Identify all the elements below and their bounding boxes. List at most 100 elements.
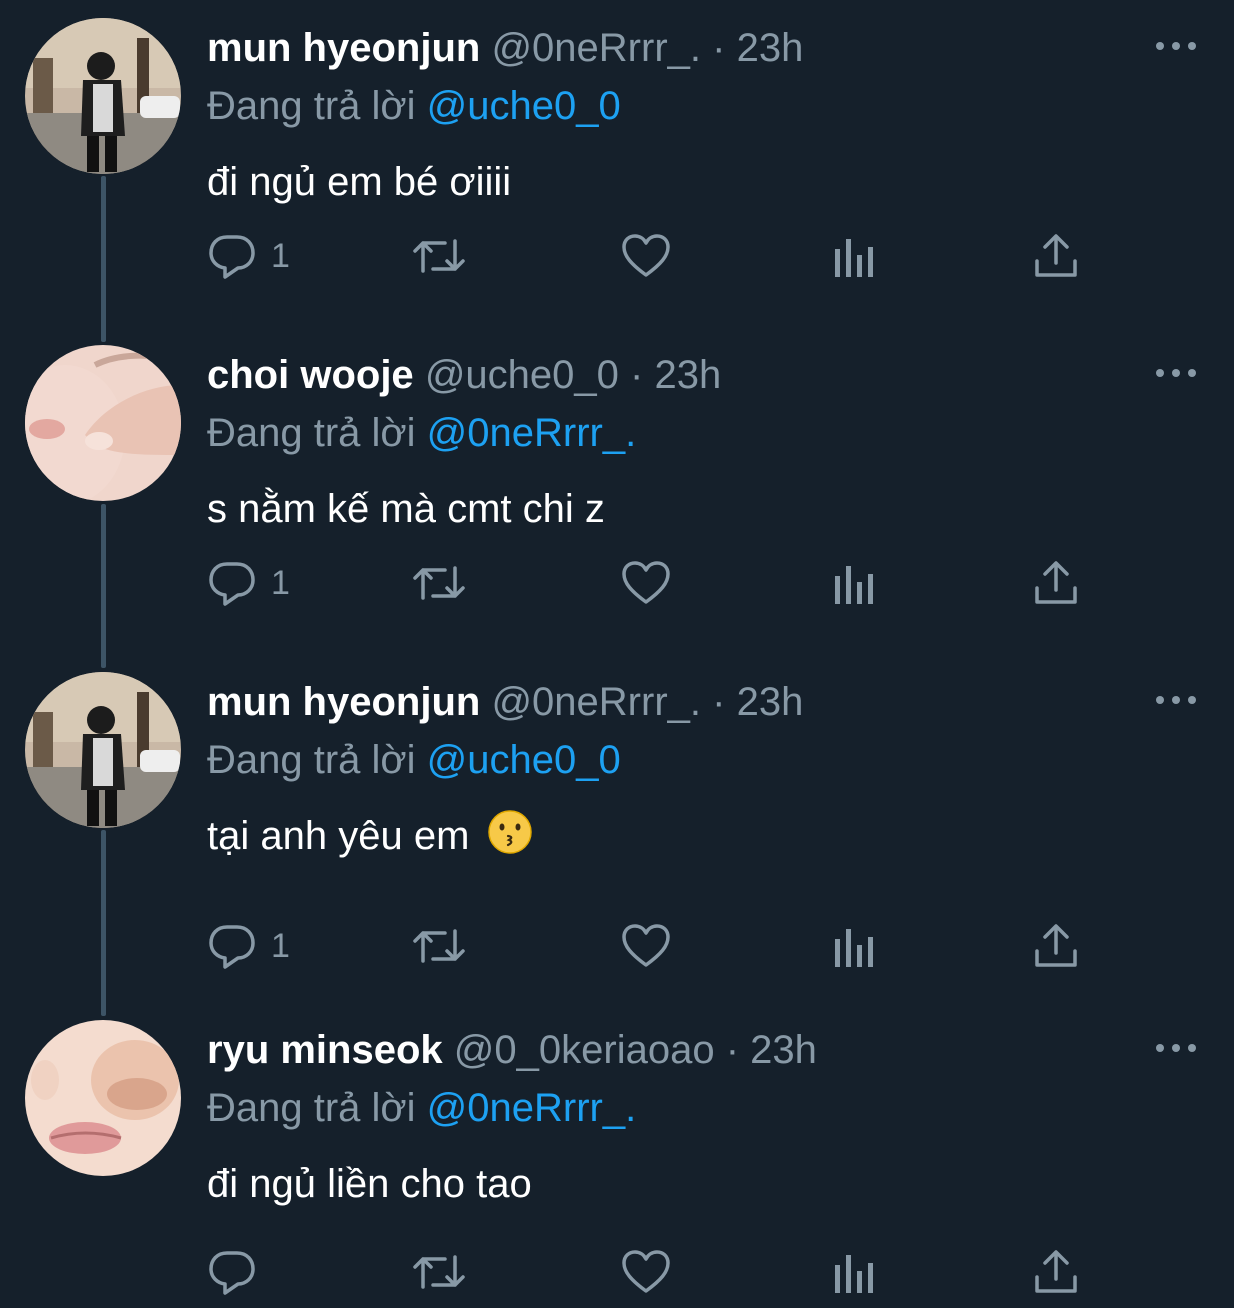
more-options-button[interactable] [1154, 36, 1198, 56]
analytics-icon [835, 1255, 873, 1293]
heart-icon [622, 561, 670, 604]
analytics-icon [835, 239, 873, 277]
like-button[interactable] [621, 1242, 671, 1302]
tweet-text: tại anh yêu em [207, 808, 533, 870]
replying-to: Đang trả lời @0neRrrr_. [207, 1082, 636, 1134]
replying-label: Đang trả lời [207, 411, 416, 455]
heart-icon [622, 234, 670, 277]
mention-link[interactable]: @uche0_0 [427, 738, 621, 782]
like-button[interactable] [621, 553, 671, 613]
more-icon [1156, 1044, 1196, 1052]
reply-thread: mun hyeonjun @0neRrrr_. · 23h Đang trả l… [0, 0, 1234, 1308]
share-button[interactable] [1033, 916, 1079, 976]
analytics-icon [835, 566, 873, 604]
reply-icon [209, 562, 255, 606]
replying-to: Đang trả lời @0neRrrr_. [207, 407, 636, 459]
reply-count: 1 [271, 926, 290, 965]
replying-label: Đang trả lời [207, 738, 416, 782]
display-name[interactable]: ryu minseok [207, 1028, 443, 1072]
user-handle[interactable]: @uche0_0 [425, 353, 619, 397]
more-options-button[interactable] [1154, 690, 1198, 710]
reply-button[interactable]: 1 [207, 226, 290, 286]
mention-link[interactable]: @uche0_0 [427, 84, 621, 128]
reply-count: 1 [271, 236, 290, 275]
more-icon [1156, 369, 1196, 377]
tweet[interactable]: choi wooje @uche0_0 · 23h Đang trả lời @… [0, 327, 1234, 667]
replying-label: Đang trả lời [207, 84, 416, 128]
tweet[interactable]: ryu minseok @0_0keriaoao · 23h Đang trả … [0, 1002, 1234, 1308]
user-handle[interactable]: @0neRrrr_. [491, 26, 701, 70]
avatar[interactable] [25, 1020, 181, 1176]
display-name[interactable]: choi wooje [207, 353, 414, 397]
tweet-text-content: tại anh yêu em [207, 814, 470, 858]
user-handle[interactable]: @0neRrrr_. [491, 680, 701, 724]
display-name[interactable]: mun hyeonjun [207, 26, 480, 70]
reply-button[interactable]: 1 [207, 553, 290, 613]
analytics-button[interactable] [831, 226, 875, 286]
retweet-button[interactable] [411, 1242, 467, 1302]
tweet[interactable]: mun hyeonjun @0neRrrr_. · 23h Đang trả l… [0, 0, 1234, 340]
separator-dot: · [712, 26, 726, 70]
user-handle[interactable]: @0_0keriaoao [454, 1028, 715, 1072]
share-icon [1035, 561, 1077, 604]
timestamp[interactable]: 23h [750, 1028, 817, 1072]
retweet-icon [413, 566, 465, 600]
retweet-button[interactable] [411, 916, 467, 976]
tweet-text: s nằm kế mà cmt chi z [207, 487, 605, 531]
replying-to: Đang trả lời @uche0_0 [207, 80, 621, 132]
share-icon [1035, 924, 1077, 967]
retweet-icon [413, 1255, 465, 1289]
avatar[interactable] [25, 18, 181, 174]
display-name[interactable]: mun hyeonjun [207, 680, 480, 724]
replying-to: Đang trả lời @uche0_0 [207, 734, 621, 786]
replying-label: Đang trả lời [207, 1086, 416, 1130]
timestamp[interactable]: 23h [737, 680, 804, 724]
reply-icon [209, 1251, 255, 1295]
analytics-button[interactable] [831, 553, 875, 613]
more-options-button[interactable] [1154, 363, 1198, 383]
retweet-icon [413, 239, 465, 273]
tweet-header: mun hyeonjun @0neRrrr_. · 23h [207, 676, 803, 728]
share-icon [1035, 234, 1077, 277]
share-button[interactable] [1033, 553, 1079, 613]
tweet-actions [207, 1242, 1107, 1302]
timestamp[interactable]: 23h [737, 26, 804, 70]
share-icon [1035, 1250, 1077, 1293]
reply-button[interactable]: 1 [207, 916, 290, 976]
kissing-face-emoji-icon [487, 809, 533, 870]
separator-dot: · [725, 1028, 740, 1072]
avatar[interactable] [25, 672, 181, 828]
share-button[interactable] [1033, 1242, 1079, 1302]
mention-link[interactable]: @0neRrrr_. [427, 1086, 637, 1130]
avatar[interactable] [25, 345, 181, 501]
tweet-text: đi ngủ liền cho tao [207, 1162, 532, 1206]
reply-icon [209, 925, 255, 969]
reply-icon [209, 235, 255, 279]
tweet-header: ryu minseok @0_0keriaoao · 23h [207, 1024, 817, 1076]
separator-dot: · [712, 680, 726, 724]
tweet-actions: 1 [207, 226, 1107, 286]
tweet-actions: 1 [207, 553, 1107, 613]
mention-link[interactable]: @0neRrrr_. [427, 411, 637, 455]
timestamp[interactable]: 23h [654, 353, 721, 397]
tweet[interactable]: mun hyeonjun @0neRrrr_. · 23h Đang trả l… [0, 654, 1234, 994]
reply-count: 1 [271, 563, 290, 602]
analytics-button[interactable] [831, 916, 875, 976]
tweet-text: đi ngủ em bé ơiiii [207, 160, 512, 204]
retweet-button[interactable] [411, 226, 467, 286]
tweet-header: choi wooje @uche0_0 · 23h [207, 349, 721, 401]
tweet-header: mun hyeonjun @0neRrrr_. · 23h [207, 22, 803, 74]
more-options-button[interactable] [1154, 1038, 1198, 1058]
heart-icon [622, 1250, 670, 1293]
reply-button[interactable] [207, 1242, 271, 1302]
more-icon [1156, 42, 1196, 50]
like-button[interactable] [621, 226, 671, 286]
share-button[interactable] [1033, 226, 1079, 286]
like-button[interactable] [621, 916, 671, 976]
tweet-actions: 1 [207, 916, 1107, 976]
analytics-icon [835, 929, 873, 967]
analytics-button[interactable] [831, 1242, 875, 1302]
heart-icon [622, 924, 670, 967]
separator-dot: · [630, 353, 644, 397]
retweet-button[interactable] [411, 553, 467, 613]
